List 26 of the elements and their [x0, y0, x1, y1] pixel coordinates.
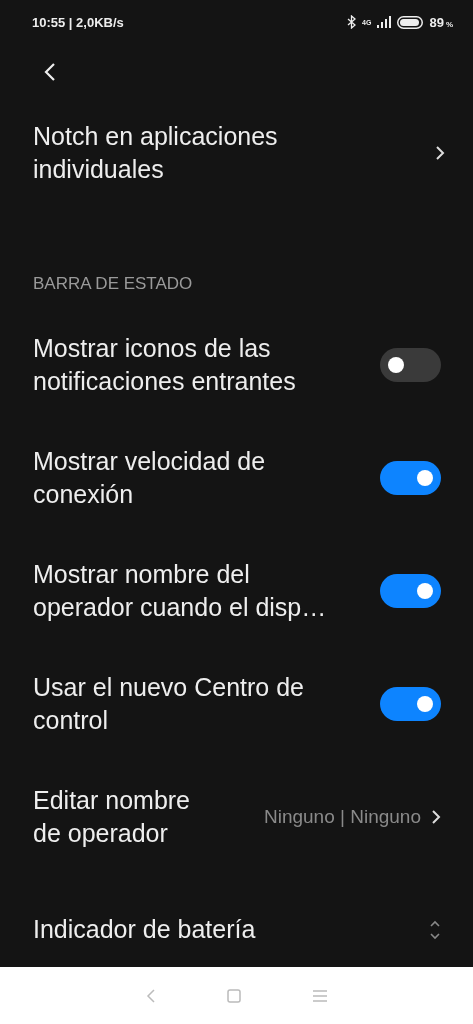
menu-icon: [313, 989, 328, 1002]
setting-title: Usar el nuevo Centro de control: [33, 671, 305, 736]
toggle-switch[interactable]: [380, 573, 441, 608]
battery-level: 89: [429, 14, 444, 30]
back-icon: [44, 62, 56, 82]
battery-icon: [397, 15, 424, 29]
setting-title: Notch en aplicaciones individuales: [33, 121, 279, 185]
signal-icon: [377, 16, 392, 28]
bluetooth-icon: [347, 15, 357, 29]
section-header: BARRA DE ESTADO: [32, 273, 194, 295]
battery-unit: %: [445, 19, 453, 29]
setting-title: Mostrar iconos de las notificaciones entrantes: [33, 332, 297, 397]
setting-title: Mostrar velocidad de conexión: [33, 445, 267, 510]
toggle-switch[interactable]: [380, 347, 441, 382]
operator-value: Ninguno | Ninguno: [263, 805, 421, 828]
chevron-right-icon: [431, 808, 441, 825]
home-icon: [227, 988, 242, 1003]
setting-title: Editar nombre de operador: [33, 784, 192, 849]
back-icon: [145, 987, 156, 1004]
setting-title: Mostrar nombre del operador cuando el disp…: [33, 558, 328, 623]
setting-title: Indicador de batería: [33, 914, 256, 945]
toggle-switch[interactable]: [380, 686, 441, 721]
toggle-switch[interactable]: [380, 460, 441, 495]
chevron-right-icon: [435, 145, 445, 161]
up-down-icon: [429, 918, 441, 941]
status-time: 10:55 | 2,0KB/s: [32, 14, 124, 30]
